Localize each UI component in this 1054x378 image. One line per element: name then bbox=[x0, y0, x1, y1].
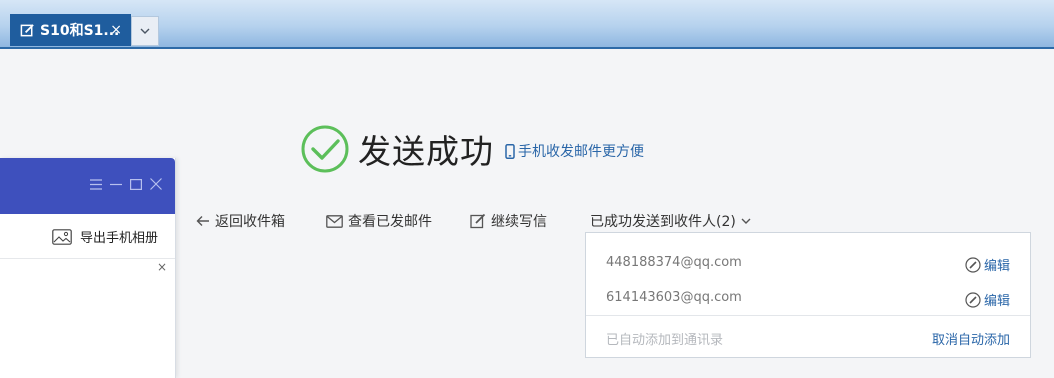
minimize-icon[interactable] bbox=[110, 179, 122, 190]
edit-circle-icon bbox=[965, 256, 981, 273]
edit-icon bbox=[470, 213, 486, 229]
recipient-email: 448188374@qq.com bbox=[606, 255, 742, 270]
menu-icon[interactable] bbox=[90, 178, 102, 190]
view-sent-label: 查看已发邮件 bbox=[348, 214, 432, 230]
tab-bar: S10和S1... × bbox=[0, 0, 1054, 49]
back-to-inbox-link[interactable]: 返回收件箱 bbox=[196, 211, 285, 231]
chevron-down-icon bbox=[741, 218, 751, 224]
side-panel: 导出手机相册 × bbox=[0, 158, 176, 378]
side-panel-header bbox=[0, 158, 175, 214]
tab-title: S10和S1... bbox=[40, 23, 120, 39]
tab-compose[interactable]: S10和S1... × bbox=[10, 14, 131, 46]
phone-icon bbox=[505, 143, 515, 159]
auto-added-note: 已自动添加到通讯录 bbox=[606, 333, 724, 348]
edit-recipient-button[interactable]: 编辑 bbox=[965, 290, 1010, 309]
sent-recipients-label: 已成功发送到收件人(2) bbox=[590, 214, 736, 230]
view-sent-link[interactable]: 查看已发邮件 bbox=[326, 211, 432, 231]
close-icon[interactable] bbox=[150, 178, 162, 190]
edit-circle-icon bbox=[965, 291, 981, 308]
success-title: 发送成功 bbox=[358, 132, 494, 171]
mail-icon bbox=[326, 214, 343, 228]
export-photos-button[interactable]: 导出手机相册 bbox=[52, 227, 158, 246]
recipients-dropdown: 448188374@qq.com 编辑 614143603@qq.com 编辑 … bbox=[585, 232, 1031, 358]
side-panel-close-button[interactable]: × bbox=[157, 260, 167, 274]
window-controls bbox=[90, 178, 162, 190]
tab-dropdown-button[interactable] bbox=[131, 16, 159, 46]
recipient-email: 614143603@qq.com bbox=[606, 290, 742, 305]
arrow-left-icon bbox=[196, 216, 209, 226]
tab-close-button[interactable]: × bbox=[110, 22, 122, 38]
continue-write-link[interactable]: 继续写信 bbox=[470, 211, 547, 231]
success-banner: 发送成功 bbox=[300, 124, 494, 174]
sent-recipients-toggle[interactable]: 已成功发送到收件人(2) bbox=[590, 211, 756, 231]
mobile-link[interactable]: 手机收发邮件更方便 bbox=[505, 141, 644, 161]
continue-write-label: 继续写信 bbox=[491, 214, 547, 230]
mobile-link-label: 手机收发邮件更方便 bbox=[518, 144, 644, 160]
chevron-down-icon bbox=[140, 28, 150, 34]
success-check-icon bbox=[301, 125, 349, 173]
back-label: 返回收件箱 bbox=[215, 214, 285, 230]
divider bbox=[0, 258, 175, 259]
edit-recipient-button[interactable]: 编辑 bbox=[965, 255, 1010, 274]
cancel-auto-add-link[interactable]: 取消自动添加 bbox=[932, 329, 1010, 348]
divider bbox=[586, 315, 1030, 316]
image-icon bbox=[52, 228, 72, 245]
edit-label: 编辑 bbox=[983, 259, 1010, 274]
edit-label: 编辑 bbox=[983, 294, 1010, 309]
edit-icon bbox=[20, 23, 34, 36]
export-label: 导出手机相册 bbox=[80, 231, 159, 246]
maximize-icon[interactable] bbox=[130, 178, 142, 190]
